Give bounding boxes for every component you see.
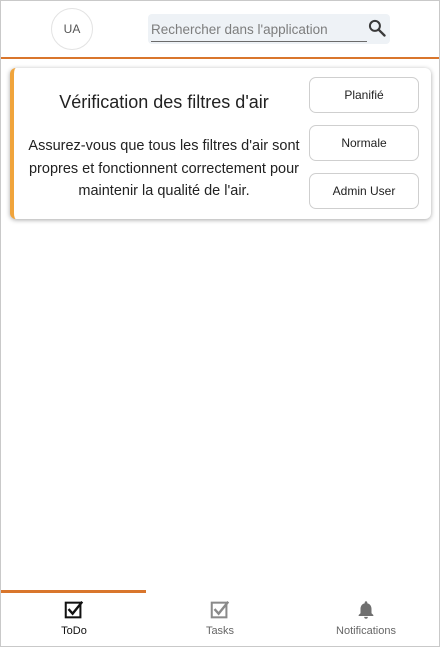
task-card[interactable]: Vérification des filtres d'air Assurez-v… (10, 68, 431, 219)
assignee-button[interactable]: Admin User (309, 173, 419, 209)
bell-icon (358, 601, 374, 619)
tab-notifications-label: Notifications (336, 625, 396, 637)
tab-todo-label: ToDo (61, 625, 87, 637)
task-description: Assurez-vous que tous les filtres d'air … (28, 138, 300, 199)
priority-button[interactable]: Normale (309, 125, 419, 161)
tab-tasks[interactable]: Tasks (147, 593, 293, 646)
search-input[interactable] (151, 17, 367, 42)
search-bar (148, 14, 390, 44)
header: UA (1, 1, 439, 59)
bottom-navigation: ToDo Tasks Notifications (1, 590, 439, 646)
search-icon[interactable] (367, 18, 387, 38)
checkbox-checked-icon (210, 601, 230, 619)
checkbox-checked-icon (64, 601, 84, 619)
tab-tasks-label: Tasks (205, 625, 235, 637)
task-title: Vérification des filtres d'air (59, 92, 269, 112)
app-window: UA Vérification des filtres d'air Assure… (0, 0, 440, 647)
tab-notifications[interactable]: Notifications (293, 593, 439, 646)
avatar-initials: UA (63, 22, 81, 36)
tab-todo[interactable]: ToDo (1, 593, 147, 646)
status-button[interactable]: Planifié (309, 77, 419, 113)
user-avatar[interactable]: UA (51, 8, 93, 50)
